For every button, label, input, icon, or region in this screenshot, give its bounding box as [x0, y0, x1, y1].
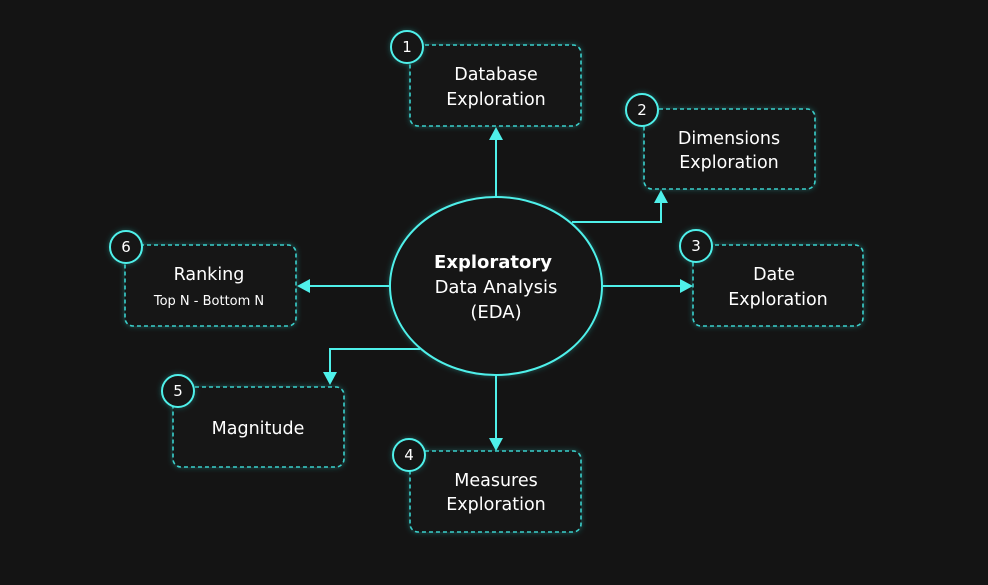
node-date-line2: Exploration: [728, 290, 828, 310]
node-date-line1: Date: [753, 265, 795, 285]
node-measures-line2: Exploration: [446, 495, 546, 515]
node-dimensions-number: 2: [637, 101, 647, 119]
center-node: Exploratory Data Analysis (EDA): [389, 196, 603, 376]
arrowhead-dimensions: [654, 190, 668, 203]
node-dimensions-line1: Dimensions: [678, 129, 780, 149]
node-measures-line1: Measures: [454, 471, 538, 491]
node-measures: Measures Exploration 4: [392, 438, 582, 533]
node-magnitude-line1: Magnitude: [212, 419, 305, 439]
node-measures-box: [409, 450, 582, 533]
center-title: Exploratory: [434, 252, 552, 273]
center-line2: Data Analysis: [435, 277, 558, 298]
arrowhead-magnitude: [323, 372, 337, 385]
node-ranking-box: [124, 244, 297, 327]
node-ranking: Ranking Top N - Bottom N 6: [109, 230, 297, 327]
center-line3: (EDA): [470, 302, 521, 323]
node-database-number: 1: [402, 38, 412, 56]
node-ranking-number: 6: [121, 238, 131, 256]
node-ranking-line1: Ranking: [174, 265, 245, 285]
node-date: Date Exploration 3: [679, 229, 864, 327]
node-date-number: 3: [691, 237, 701, 255]
node-date-box: [692, 244, 864, 327]
connector-dimensions: [572, 202, 662, 223]
node-magnitude-number: 5: [173, 382, 183, 400]
node-dimensions: Dimensions Exploration 2: [625, 93, 816, 190]
node-database-line2: Exploration: [446, 90, 546, 110]
arrowhead-ranking: [297, 279, 310, 293]
node-database-box: [409, 44, 582, 127]
arrowhead-database: [489, 127, 503, 140]
node-ranking-line2: Top N - Bottom N: [153, 294, 264, 309]
node-dimensions-box: [643, 108, 816, 190]
node-magnitude: Magnitude 5: [161, 374, 345, 468]
node-database: Database Exploration 1: [390, 30, 582, 127]
eda-diagram: Exploratory Data Analysis (EDA) Database…: [109, 30, 864, 533]
arrowhead-measures: [489, 438, 503, 451]
node-dimensions-line2: Exploration: [679, 153, 779, 173]
arrowhead-date: [680, 279, 693, 293]
connector-magnitude: [329, 348, 420, 374]
node-database-line1: Database: [454, 65, 538, 85]
node-measures-number: 4: [404, 446, 414, 464]
